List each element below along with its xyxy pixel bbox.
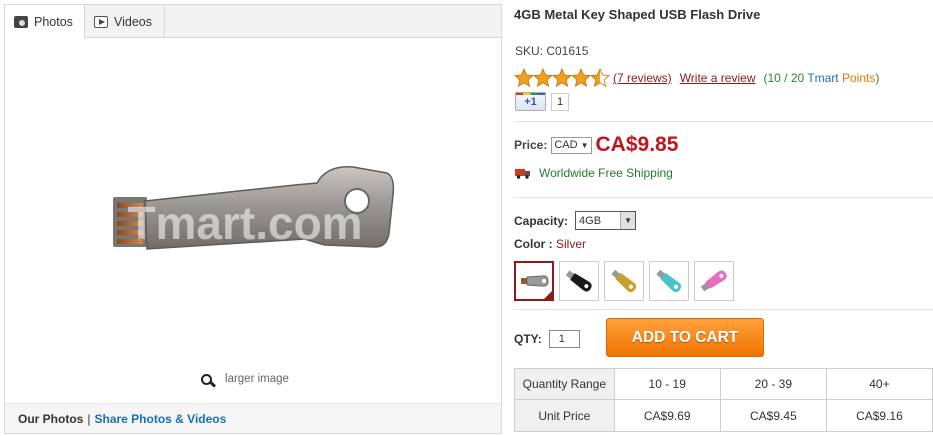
- product-sku: SKU: C01615: [515, 44, 589, 58]
- star-icon: [533, 68, 553, 88]
- table-cell: 10 - 19: [613, 368, 721, 400]
- swatch-black[interactable]: [559, 261, 599, 301]
- usb-key-icon: [521, 275, 549, 287]
- half-star-icon: [590, 68, 610, 88]
- points-brand: Tmart: [807, 71, 839, 85]
- add-to-cart-button[interactable]: ADD TO CART: [606, 318, 764, 357]
- reviews-link[interactable]: (7 reviews): [613, 71, 672, 85]
- currency-value: CAD: [554, 139, 578, 151]
- points-word: Points: [842, 71, 876, 85]
- points-info: (10 / 20 Tmart Points): [763, 71, 879, 85]
- table-cell: CA$9.45: [719, 399, 827, 432]
- tab-photos[interactable]: Photos: [5, 5, 85, 39]
- divider: [514, 197, 933, 198]
- color-swatches: [514, 261, 739, 301]
- product-price: CA$9.85: [595, 133, 679, 156]
- star-icon: [552, 68, 572, 88]
- swatch-blue[interactable]: [649, 261, 689, 301]
- larger-image-link[interactable]: larger image: [201, 373, 289, 385]
- qty-label: QTY:: [514, 332, 542, 346]
- points-close: ): [875, 71, 880, 85]
- product-title: 4GB Metal Key Shaped USB Flash Drive: [514, 7, 761, 22]
- swatch-silver[interactable]: [514, 261, 554, 301]
- table-cell: CA$9.69: [613, 399, 721, 432]
- capacity-row: Capacity: 4GB ▼: [514, 211, 637, 230]
- shipping-info: Worldwide Free Shipping: [515, 166, 673, 180]
- star-icon: [571, 68, 591, 88]
- color-row: Color : Silver: [514, 237, 586, 251]
- tab-photos-label: Photos: [34, 15, 73, 29]
- search-icon: [201, 373, 212, 385]
- capacity-value: 4GB: [579, 214, 602, 227]
- watermark-text: Tmart.com: [127, 197, 362, 249]
- star-rating: [514, 68, 610, 88]
- usb-key-icon: [656, 269, 682, 293]
- chevron-down-icon: ▼: [620, 212, 636, 229]
- our-photos-label: Our Photos: [18, 411, 84, 426]
- usb-key-icon: [611, 269, 637, 293]
- rating-row: (7 reviews) Write a review (10 / 20 Tmar…: [514, 68, 879, 88]
- table-row: Quantity Range 10 - 19 20 - 39 40+: [514, 368, 933, 400]
- divider: [514, 121, 933, 122]
- table-cell: 40+: [825, 368, 933, 400]
- star-icon: [514, 68, 534, 88]
- tab-videos-label: Videos: [114, 14, 152, 29]
- capacity-label: Capacity:: [514, 213, 569, 228]
- swatch-pink[interactable]: [694, 261, 734, 301]
- color-value: Silver: [556, 237, 587, 251]
- divider: [514, 309, 933, 310]
- price-label: Price:: [514, 138, 548, 152]
- google-plus-count: 1: [551, 92, 570, 111]
- gallery-tabs: Photos Videos: [5, 5, 501, 39]
- our-photos-bar: Our Photos | Share Photos & Videos: [5, 403, 501, 433]
- google-plus-button[interactable]: +1: [515, 92, 546, 111]
- usb-key-icon: [700, 270, 727, 292]
- table-cell: 20 - 39: [719, 368, 827, 400]
- swatch-gold[interactable]: [604, 261, 644, 301]
- shipping-label: Worldwide Free Shipping: [539, 166, 673, 180]
- table-row: Unit Price CA$9.69 CA$9.45 CA$9.16: [514, 399, 933, 432]
- quantity-input[interactable]: 1: [548, 330, 580, 348]
- truck-icon: [515, 168, 530, 179]
- write-review-link[interactable]: Write a review: [680, 71, 756, 85]
- table-cell: CA$9.16: [825, 399, 933, 432]
- tab-videos[interactable]: Videos: [85, 5, 165, 38]
- product-gallery: Photos Videos Tmart.com larger image Our…: [4, 4, 502, 434]
- play-icon: [94, 15, 108, 28]
- share-photos-link[interactable]: Share Photos & Videos: [94, 412, 226, 426]
- usb-key-icon: [565, 270, 592, 292]
- price-row: Price: CAD ▼ CA$9.85: [514, 133, 678, 157]
- color-label: Color :: [514, 237, 553, 251]
- camera-icon: [14, 16, 28, 28]
- divider: |: [87, 411, 91, 426]
- google-plus-widget: +1 1: [515, 92, 570, 111]
- currency-select[interactable]: CAD ▼: [551, 136, 592, 154]
- points-range: (10 / 20: [763, 71, 805, 85]
- chevron-down-icon: ▼: [580, 140, 589, 150]
- table-header-cell: Quantity Range: [514, 368, 615, 400]
- larger-image-label: larger image: [225, 373, 289, 385]
- quantity-row: QTY: 1: [514, 330, 580, 348]
- product-main-image[interactable]: Tmart.com: [95, 135, 415, 285]
- table-header-cell: Unit Price: [514, 399, 615, 432]
- wholesale-price-table: Quantity Range 10 - 19 20 - 39 40+ Unit …: [514, 368, 933, 432]
- capacity-select[interactable]: 4GB ▼: [575, 211, 637, 230]
